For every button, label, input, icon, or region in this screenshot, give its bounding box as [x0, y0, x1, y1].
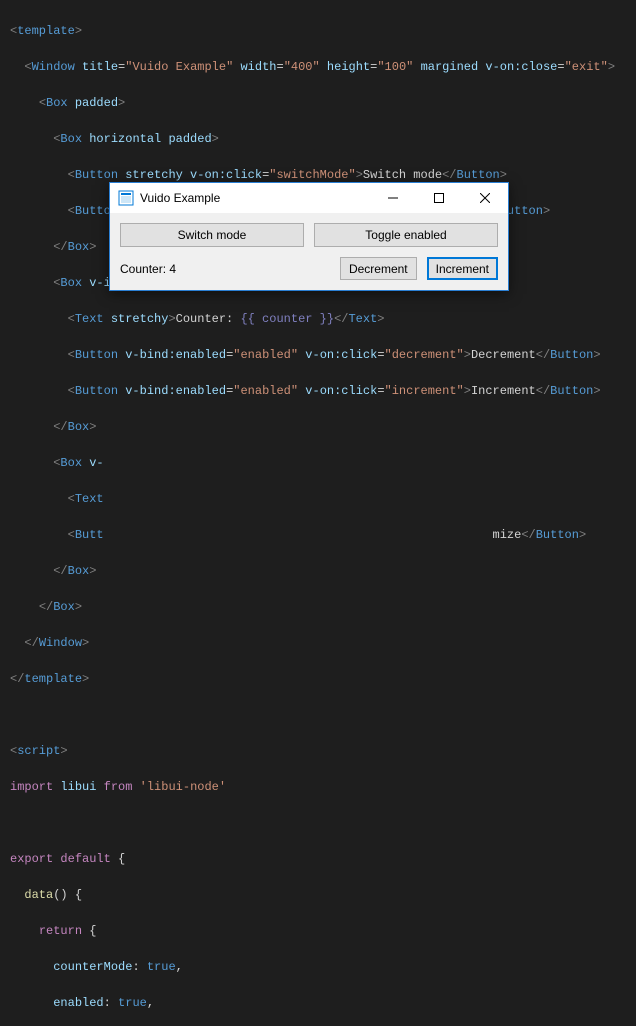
app-icon — [118, 190, 134, 206]
minimize-button[interactable] — [370, 183, 416, 213]
decrement-button[interactable]: Decrement — [340, 257, 417, 280]
increment-button[interactable]: Increment — [427, 257, 498, 280]
window-client: Switch mode Toggle enabled Counter: 4 De… — [110, 213, 508, 290]
close-button[interactable] — [462, 183, 508, 213]
counter-label: Counter: 4 — [120, 260, 330, 278]
app-window: Vuido Example Switch mode Toggle enabled… — [109, 182, 509, 291]
titlebar[interactable]: Vuido Example — [110, 183, 508, 213]
window-title: Vuido Example — [140, 189, 370, 207]
code-editor[interactable]: <template> <Window title="Vuido Example"… — [0, 0, 636, 1026]
maximize-button[interactable] — [416, 183, 462, 213]
switch-mode-button[interactable]: Switch mode — [120, 223, 304, 247]
toggle-enabled-button[interactable]: Toggle enabled — [314, 223, 498, 247]
